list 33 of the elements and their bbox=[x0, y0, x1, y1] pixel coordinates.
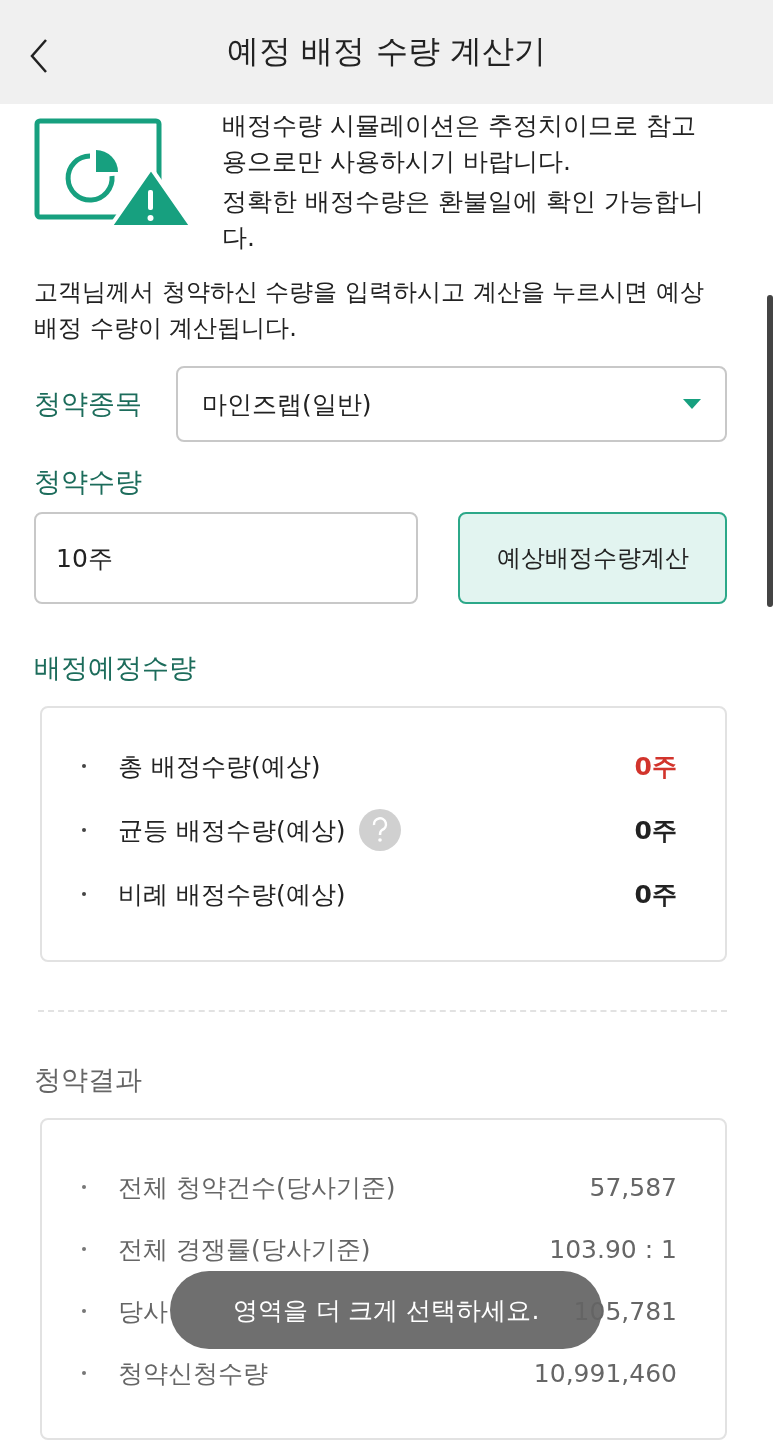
instruction-text: 고객님께서 청약하신 수량을 입력하시고 계산을 누르시면 예상 배정 수량이 계산됩니다. bbox=[34, 277, 705, 344]
bullet bbox=[82, 1309, 86, 1313]
section-title: 배정예정수량 bbox=[34, 651, 197, 685]
bullet bbox=[82, 1247, 86, 1251]
quantity-field[interactable]: 10주 bbox=[34, 512, 418, 604]
back-button[interactable] bbox=[28, 38, 50, 74]
bullet bbox=[82, 892, 86, 896]
row-label: 총 배정수량(예상) bbox=[118, 750, 321, 783]
row-value: 0주 bbox=[634, 814, 677, 847]
section-title: 청약결과 bbox=[34, 1063, 143, 1097]
row-label: 균등 배정수량(예상) bbox=[118, 814, 346, 847]
bullet bbox=[82, 1185, 86, 1189]
notice-text: 배정수량 시뮬레이션은 추정치이므로 참고용으로만 사용하시기 바랍니다. bbox=[222, 110, 697, 178]
row-label: 당사 bbox=[118, 1295, 168, 1328]
row-label: 전체 경쟁률(당사기준) bbox=[118, 1233, 371, 1266]
row-value: 57,587 bbox=[589, 1172, 677, 1202]
row-label: 비례 배정수량(예상) bbox=[118, 878, 346, 911]
field-label: 청약수량 bbox=[34, 465, 143, 499]
page-title: 예정 배정 수량 계산기 bbox=[227, 31, 546, 72]
row-value: 0주 bbox=[634, 750, 677, 783]
row-label: 전체 청약건수(당사기준) bbox=[118, 1171, 396, 1204]
bullet bbox=[82, 764, 86, 768]
bullet bbox=[82, 828, 86, 832]
notice-text: 정확한 배정수량은 환불일에 확인 가능합니다. bbox=[222, 186, 705, 254]
row-value: 0주 bbox=[634, 878, 677, 911]
row-value: 10,991,460 bbox=[533, 1358, 677, 1388]
bullet bbox=[82, 1371, 86, 1375]
field-label: 청약종목 bbox=[34, 387, 142, 421]
calculate-button[interactable]: 예상배정수량계산 bbox=[458, 512, 727, 604]
row-label: 청약신청수량 bbox=[118, 1357, 268, 1390]
caret-icon bbox=[683, 399, 701, 409]
row-value: 103.90 : 1 bbox=[549, 1234, 677, 1264]
stock-dropdown[interactable]: 마인즈랩(일반) bbox=[176, 366, 727, 442]
